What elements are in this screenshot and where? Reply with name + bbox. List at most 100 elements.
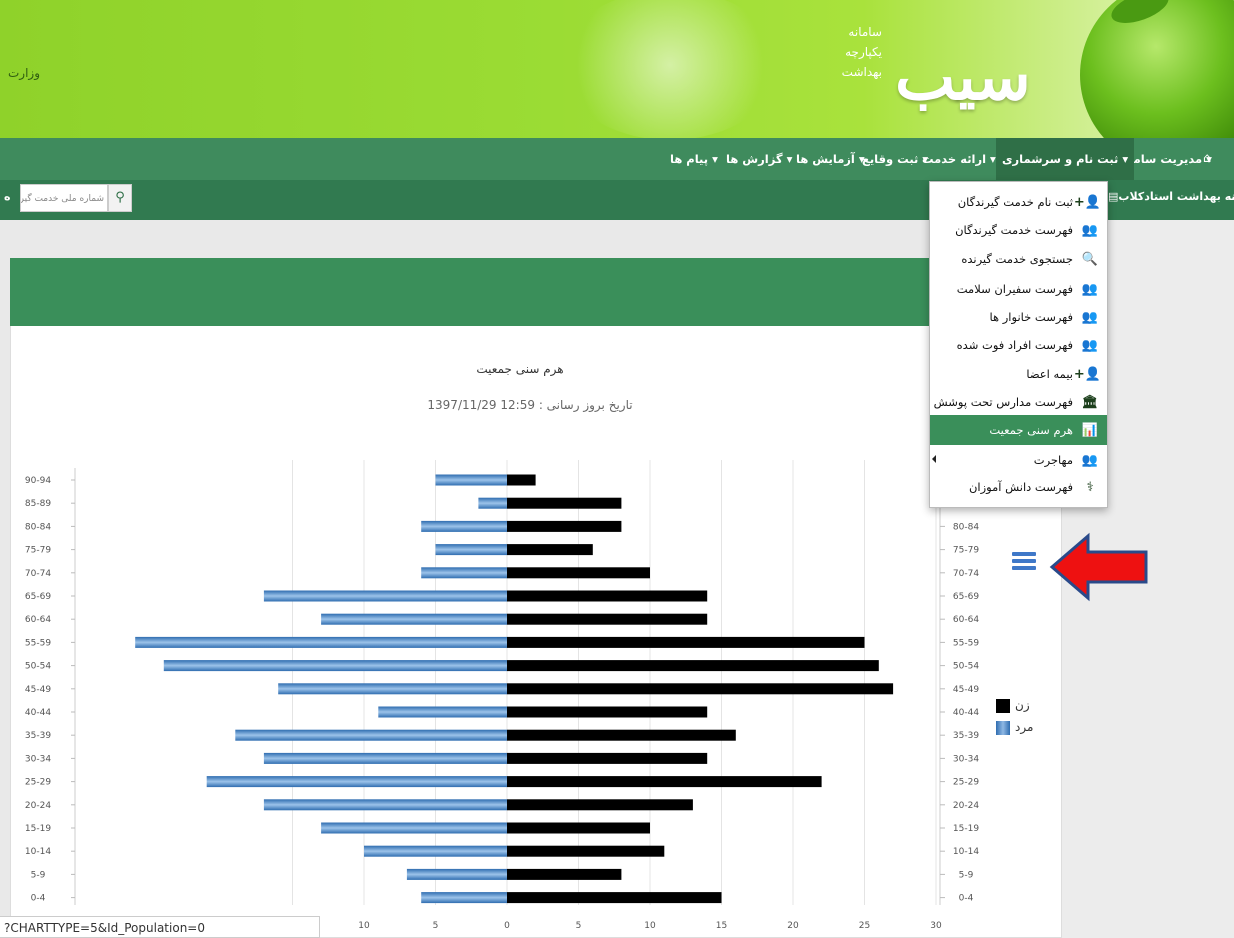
dropdown-item-label: هرم سنی جمعیت [989, 423, 1073, 437]
dropdown-item-label: فهرست خدمت گیرندگان [955, 223, 1073, 237]
male-bar [406, 868, 507, 880]
category-label: 35-39 [25, 731, 51, 741]
stethoscope-icon: ⚕ [1086, 480, 1094, 495]
nav-item-service[interactable]: ارائه خدمت ▾ [922, 138, 996, 180]
document-icon: ▤ [1108, 190, 1119, 203]
x-tick-label: 5 [576, 921, 582, 930]
x-tick-label: 5 [433, 921, 439, 930]
x-tick-label: 10 [358, 921, 370, 930]
category-label-right: 30-34 [953, 754, 979, 764]
dropdown-item-label: فهرست خانوار ها [989, 310, 1073, 324]
male-bar [263, 752, 507, 764]
category-label-right: 25-29 [953, 778, 979, 788]
x-tick-label: 10 [644, 921, 656, 930]
nav-item-reports[interactable]: گزارش ها ▾ [726, 138, 792, 180]
chart-legend: زن مرد [996, 697, 1033, 741]
category-label: 55-59 [25, 638, 51, 648]
header-banner: سامانه یکپارچه بهداشت سیب وزارت [0, 0, 1234, 138]
logo-word: سیب [895, 40, 1031, 115]
male-bar [421, 567, 507, 579]
nav-item-registration[interactable]: ثبت نام و سرشماری ▾ [996, 138, 1135, 180]
dropdown-item-label: فهرست افراد فوت شده [956, 338, 1073, 352]
nav-item-tests[interactable]: آزمایش ها ▾ [796, 138, 865, 180]
category-label-right: 80-84 [953, 522, 979, 532]
female-bar [507, 590, 708, 602]
logo-subtitle: سامانه یکپارچه بهداشت [812, 22, 882, 82]
bar-chart-icon: 📊 [1081, 423, 1099, 438]
male-bar [163, 660, 508, 672]
dropdown-item[interactable]: 👤+بیمه اعضا [930, 359, 1107, 389]
dropdown-item[interactable]: 👤+ثبت نام خدمت گیرندگان [930, 187, 1107, 217]
category-label: 85-89 [25, 499, 51, 509]
x-tick-label: 25 [859, 921, 870, 930]
female-bar [507, 497, 622, 509]
logo-sub-line: یکپارچه [845, 45, 882, 59]
dropdown-item[interactable]: 👥 فهرست سفیران سلامت [930, 274, 1107, 304]
female-bar [507, 752, 708, 764]
male-bar [278, 683, 507, 695]
dropdown-item[interactable]: 👥 فهرست خانوار ها [930, 302, 1107, 332]
male-bar [378, 706, 507, 718]
category-label: 50-54 [25, 662, 51, 672]
category-label: 70-74 [25, 569, 51, 579]
category-label-right: 20-24 [953, 801, 979, 811]
category-label-right: 10-14 [953, 847, 979, 857]
dropdown-item[interactable]: 👥 فهرست افراد فوت شده [930, 330, 1107, 360]
search-button[interactable]: ⚲ [108, 184, 132, 212]
nav-item-messages[interactable]: پیام ها ▾ [670, 138, 718, 180]
health-house-label[interactable]: ▤خانه بهداشت استادکلاب [1108, 190, 1234, 203]
search-input[interactable]: شماره ملی خدمت گیرنده [20, 184, 108, 212]
category-label: 40-44 [25, 708, 51, 718]
red-arrow-annotation [1049, 532, 1148, 602]
dropdown-item[interactable]: ⚕ فهرست دانش آموزان [930, 472, 1107, 502]
dropdown-item-label: فهرست مدارس تحت پوشش [933, 395, 1073, 409]
chart-subtitle: تاریخ بروز رسانی : 12:59 1397/11/29 [427, 398, 633, 412]
status-bar-url: ?CHARTTYPE=5&Id_Population=0 [0, 916, 320, 938]
users-icon: 👥 [1081, 282, 1099, 297]
category-label-right: 5-9 [959, 870, 974, 880]
category-label: 15-19 [25, 824, 51, 834]
category-label-right: 15-19 [953, 824, 979, 834]
users-icon: 👥 [1081, 310, 1099, 325]
nav-item-events[interactable]: ثبت وقایع ▾ [862, 138, 928, 180]
female-bar [507, 544, 593, 556]
legend-item-female[interactable]: زن [996, 697, 1033, 719]
category-label: 75-79 [25, 546, 51, 556]
health-house-text: خانه بهداشت استادکلاب [1118, 190, 1234, 203]
dropdown-item-label: بیمه اعضا [1026, 367, 1073, 381]
users-icon: 👥 [1081, 338, 1099, 353]
list-menu-icon[interactable] [1012, 552, 1036, 574]
category-label-right: 40-44 [953, 708, 979, 718]
female-bar [507, 845, 665, 857]
apple-image [1080, 0, 1234, 138]
building-icon: 🏛 [1081, 395, 1099, 410]
female-bar [507, 706, 708, 718]
legend-label-female: زن [1015, 698, 1030, 712]
legend-swatch-female [996, 698, 1010, 713]
dropdown-item[interactable]: 👥 فهرست خدمت گیرندگان [930, 215, 1107, 245]
category-label: 5-9 [31, 870, 46, 880]
x-tick-label: 0 [504, 921, 510, 930]
male-bar [263, 590, 507, 602]
submenu-caret-icon [932, 455, 936, 463]
male-bar [478, 497, 507, 509]
dropdown-item-label: ثبت نام خدمت گیرندگان [957, 195, 1073, 209]
legend-swatch-male [996, 720, 1010, 735]
dropdown-item[interactable]: 🏛 فهرست مدارس تحت پوشش [930, 387, 1107, 417]
category-label-right: 65-69 [953, 592, 979, 602]
legend-item-male[interactable]: مرد [996, 719, 1033, 741]
female-bar [507, 567, 650, 579]
male-bar [435, 544, 507, 556]
category-label: 25-29 [25, 778, 51, 788]
category-label: 0-4 [31, 894, 46, 904]
male-bar [235, 729, 508, 741]
female-bar [507, 683, 894, 695]
dropdown-item[interactable]: 🔍 جستجوی خدمت گیرنده [930, 244, 1107, 274]
male-bar [364, 845, 507, 857]
registration-dropdown-menu: 👤+ثبت نام خدمت گیرندگان 👥فهرست خدمت گیرند… [929, 181, 1108, 508]
female-bar [507, 660, 879, 672]
dropdown-item[interactable]: 📊 هرم سنی جمعیت [930, 415, 1107, 445]
dropdown-item[interactable]: 👥مهاجرت [930, 445, 1107, 475]
category-label: 65-69 [25, 592, 51, 602]
logo-sub-line: سامانه [848, 25, 882, 39]
